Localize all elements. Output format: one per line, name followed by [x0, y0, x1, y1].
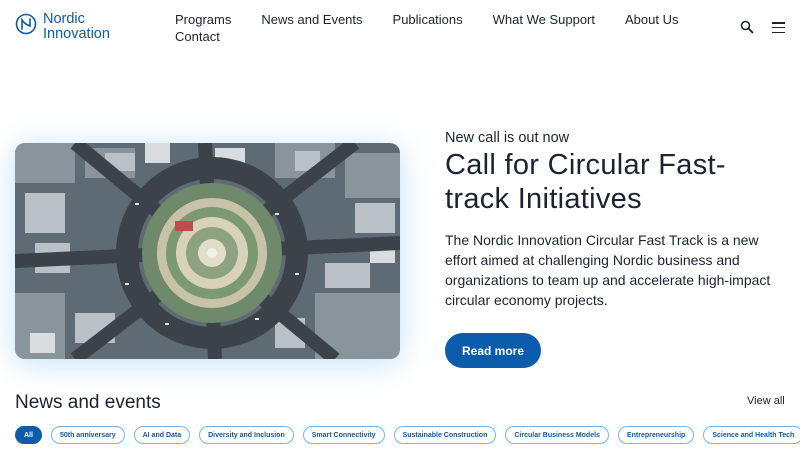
- hero-description: The Nordic Innovation Circular Fast Trac…: [445, 232, 771, 308]
- search-icon: [740, 20, 754, 34]
- nav-about-us[interactable]: About Us: [625, 13, 678, 27]
- filter-chip-ai-and-data[interactable]: AI and Data: [133, 426, 191, 444]
- hero-eyebrow: New call is out now: [445, 130, 570, 146]
- filter-chip-circular-business-models[interactable]: Circular Business Models: [505, 426, 609, 444]
- filter-chip-50th-anniversary[interactable]: 50th anniversary: [50, 426, 125, 444]
- filter-chip-sustainable-construction[interactable]: Sustainable Construction: [393, 426, 497, 444]
- logo[interactable]: Nordic Innovation: [15, 12, 110, 42]
- filter-chip-science-and-health-tech[interactable]: Science and Health Tech: [703, 426, 800, 444]
- filter-chip-all[interactable]: All: [15, 426, 42, 444]
- hamburger-menu-icon[interactable]: [772, 22, 785, 33]
- nav-what-we-support[interactable]: What We Support: [493, 13, 595, 27]
- hero-title: Call for Circular Fast-track Initiatives: [445, 149, 726, 215]
- nav-contact[interactable]: Contact: [175, 30, 220, 44]
- nordic-innovation-logo-icon: [15, 13, 37, 35]
- nav-news-and-events[interactable]: News and Events: [261, 13, 362, 27]
- logo-text: Nordic Innovation: [43, 12, 110, 42]
- filter-chip-entrepreneurship[interactable]: Entrepreneurship: [617, 426, 695, 444]
- logo-line-2: Innovation: [43, 26, 110, 42]
- filter-chip-smart-connectivity[interactable]: Smart Connectivity: [302, 426, 385, 444]
- news-filter-chips: All 50th anniversary AI and Data Diversi…: [15, 426, 800, 444]
- read-more-button[interactable]: Read more: [445, 333, 541, 368]
- news-section-title: News and events: [15, 392, 161, 413]
- main-nav: Programs News and Events Publications Wh…: [175, 13, 715, 44]
- hero-image-aerial-roundabout: [15, 143, 400, 359]
- nav-publications[interactable]: Publications: [393, 13, 463, 27]
- view-all-link[interactable]: View all: [747, 395, 785, 407]
- filter-chip-diversity-and-inclusion[interactable]: Diversity and Inclusion: [199, 426, 294, 444]
- nav-programs[interactable]: Programs: [175, 13, 231, 27]
- logo-line-1: Nordic: [43, 11, 85, 27]
- search-button[interactable]: [740, 20, 754, 34]
